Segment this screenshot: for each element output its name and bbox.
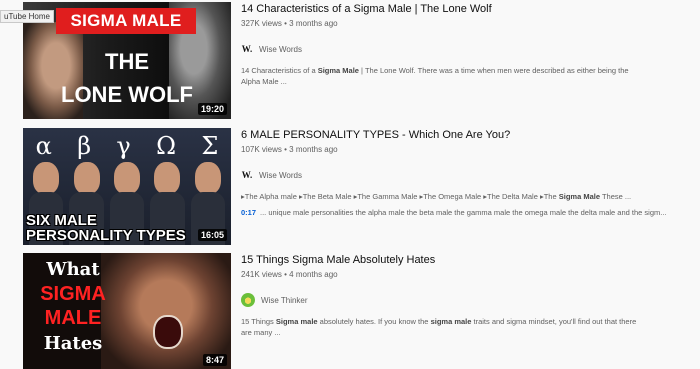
thumbnail-text: Hates — [43, 333, 103, 354]
tooltip: uTube Home — [0, 10, 54, 23]
key-moment[interactable]: 0:17... unique male personalities the al… — [241, 207, 681, 218]
thumbnail-text: THE — [105, 49, 149, 74]
video-description: 15 Things Sigma male absolutely hates. I… — [241, 317, 637, 337]
channel-avatar-icon[interactable]: W. — [241, 43, 253, 55]
video-result: What SIGMA MALE Hates 8:47 15 Things Sig… — [23, 253, 683, 369]
video-title[interactable]: 14 Characteristics of a Sigma Male | The… — [241, 2, 681, 17]
video-description: 14 Characteristics of a Sigma Male | The… — [241, 66, 629, 86]
channel-row[interactable]: W. Wise Words — [241, 168, 681, 182]
thumbnail-banner: SIGMA MALE — [56, 8, 196, 34]
thumbnail-text: PERSONALITY TYPES — [26, 227, 186, 244]
key-moment-timestamp: 0:17 — [241, 208, 257, 217]
video-thumbnail[interactable]: What SIGMA MALE Hates 8:47 — [23, 253, 231, 369]
channel-row[interactable]: Wise Thinker — [241, 293, 681, 307]
video-title[interactable]: 6 MALE PERSONALITY TYPES - Which One Are… — [241, 128, 681, 143]
channel-name[interactable]: Wise Thinker — [261, 296, 308, 305]
video-stats: 241K views • 4 months ago — [241, 270, 338, 279]
thumbnail-text: What — [46, 259, 100, 280]
channel-name[interactable]: Wise Words — [259, 45, 302, 54]
duration-badge: 19:20 — [197, 103, 227, 115]
video-stats: 327K views • 3 months ago — [241, 19, 338, 28]
thumbnail-text: MALE — [44, 307, 102, 329]
video-stats: 107K views • 3 months ago — [241, 145, 338, 154]
channel-avatar-icon[interactable] — [241, 293, 255, 307]
duration-badge: 8:47 — [202, 354, 227, 366]
channel-row[interactable]: W. Wise Words — [241, 42, 681, 56]
video-result: α β γ Ω Σ SIX MALE PERSONALITY TYPES 16:… — [23, 128, 683, 246]
video-thumbnail[interactable]: α β γ Ω Σ SIX MALE PERSONALITY TYPES 16:… — [23, 128, 231, 245]
video-meta: 6 MALE PERSONALITY TYPES - Which One Are… — [241, 128, 681, 218]
video-meta: 14 Characteristics of a Sigma Male | The… — [241, 2, 681, 87]
thumbnail-text: SIGMA — [40, 283, 106, 305]
video-meta: 15 Things Sigma Male Absolutely Hates 24… — [241, 253, 681, 338]
video-chapters[interactable]: ▸The Alpha male ▸The Beta Male ▸The Gamm… — [241, 191, 681, 202]
video-thumbnail[interactable]: SIGMA MALE THE LONE WOLF 19:20 — [23, 2, 231, 119]
video-title[interactable]: 15 Things Sigma Male Absolutely Hates — [241, 253, 681, 268]
channel-avatar-icon[interactable]: W. — [241, 169, 253, 181]
duration-badge: 16:05 — [197, 229, 227, 241]
channel-name[interactable]: Wise Words — [259, 171, 302, 180]
thumbnail-mouth — [153, 315, 183, 349]
video-result: SIGMA MALE THE LONE WOLF 19:20 14 Charac… — [23, 2, 683, 120]
